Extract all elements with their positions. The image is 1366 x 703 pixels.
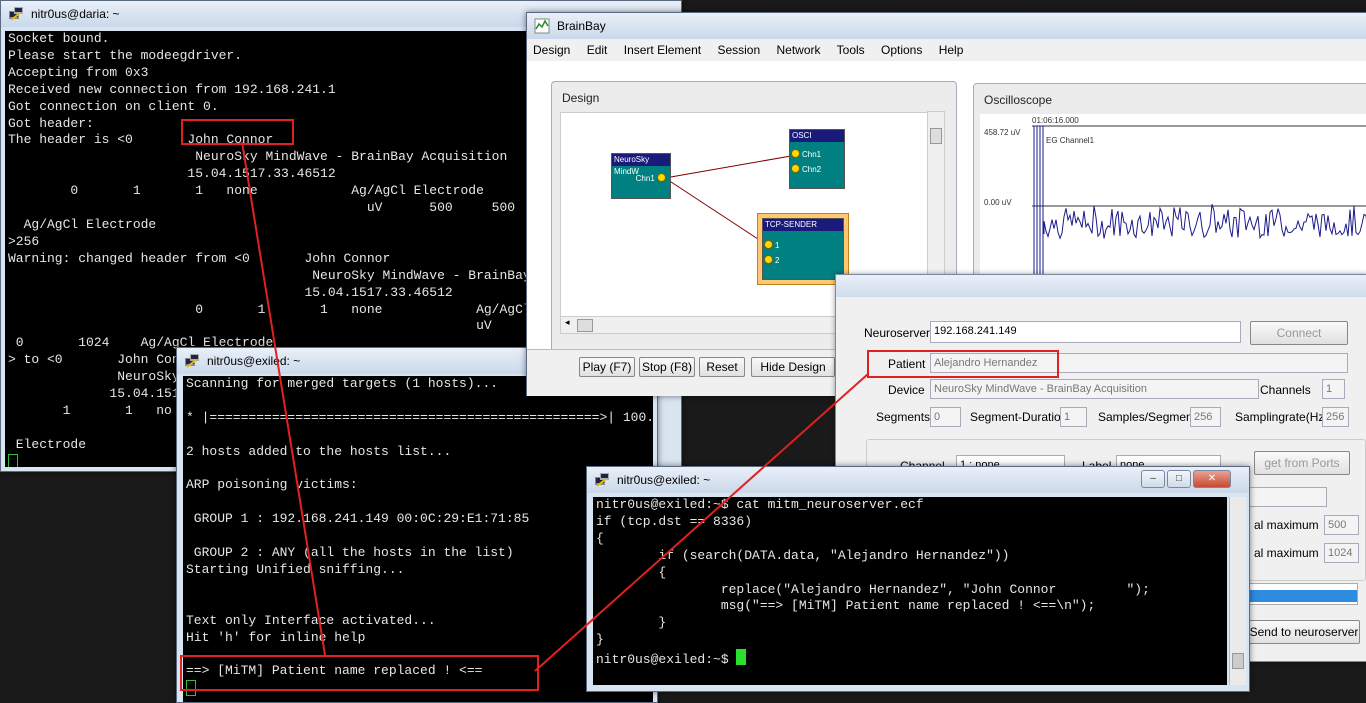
terminal-text: nitr0us@exiled:~$ cat mitm_neuroserver.e…	[596, 497, 1150, 668]
port-2[interactable]: 2	[764, 255, 779, 265]
port-label: Chn1	[635, 174, 655, 183]
menu-edit[interactable]: Edit	[587, 43, 608, 57]
window-title: BrainBay	[557, 19, 606, 33]
terminal-titlebar[interactable]: nitr0us@exiled: ~ – □ ✕	[587, 467, 1249, 493]
terminal-text: Scanning for merged targets (1 hosts)...…	[183, 376, 653, 700]
terminal-output[interactable]: nitr0us@exiled:~$ cat mitm_neuroserver.e…	[593, 497, 1227, 685]
minimize-icon: –	[1150, 473, 1156, 484]
maximize-button[interactable]: □	[1167, 470, 1191, 488]
node-title: NeuroSky MindW	[612, 154, 670, 176]
menu-insert-element[interactable]: Insert Element	[624, 43, 701, 57]
segment-duration-field[interactable]: 1	[1060, 407, 1087, 427]
stop-button[interactable]: Stop (F8)	[639, 357, 695, 377]
port-chn2[interactable]: Chn2	[791, 164, 821, 174]
samples-segment-field[interactable]: 256	[1190, 407, 1221, 427]
window-title: nitr0us@exiled: ~	[207, 354, 301, 368]
brainbay-titlebar[interactable]: BrainBay	[527, 13, 1366, 39]
signal-trace	[1043, 204, 1366, 240]
design-panel-title: Design	[562, 91, 600, 105]
highlight-mitm-message	[180, 655, 539, 691]
close-icon: ✕	[1207, 473, 1217, 484]
osc-time-label: 01:06:16.000	[1032, 116, 1079, 125]
dialog-titlebar[interactable]	[836, 275, 1366, 297]
neuroserver-label: Neuroserver	[864, 326, 931, 340]
samplingrate-label: Samplingrate(Hz)	[1235, 410, 1329, 424]
samples-segment-label: Samples/Segment	[1098, 410, 1197, 424]
digital-maximum-field[interactable]: 1024	[1324, 543, 1359, 563]
window-title: nitr0us@daria: ~	[31, 7, 120, 21]
port-label: Chn1	[802, 150, 822, 159]
port-label: 1	[775, 241, 780, 250]
port-label: Chn2	[802, 165, 822, 174]
oscilloscope-signal	[1032, 125, 1366, 284]
osc-top-label: 458.72 uV	[984, 128, 1021, 137]
physical-maximum-label: al maximum	[1254, 518, 1319, 532]
window-title: nitr0us@exiled: ~	[617, 473, 711, 487]
menu-session[interactable]: Session	[717, 43, 760, 57]
brainbay-app-icon	[534, 18, 550, 34]
segments-label: Segments	[876, 410, 931, 424]
device-label: Device	[888, 383, 925, 397]
node-tcp-sender[interactable]: TCP-SENDER 1 2	[762, 218, 844, 280]
segment-duration-label: Segment-Duration	[970, 410, 1068, 424]
terminal-window-exiled-filter[interactable]: nitr0us@exiled: ~ – □ ✕ nitr0us@exiled:~…	[586, 466, 1250, 692]
send-to-neuroserver-button[interactable]: Send to neuroserver	[1248, 620, 1360, 644]
cursor	[736, 649, 747, 666]
cursor	[8, 453, 18, 467]
menu-help[interactable]: Help	[939, 43, 964, 57]
node-neurosky[interactable]: NeuroSky MindW Chn1	[611, 153, 671, 199]
port-1[interactable]: 1	[764, 240, 779, 250]
channels-label: Channels	[1260, 383, 1311, 397]
node-osci[interactable]: OSCI Chn1 Chn2	[789, 129, 845, 189]
digital-maximum-label: al maximum	[1254, 546, 1319, 560]
connect-button[interactable]: Connect	[1250, 321, 1348, 345]
oscilloscope-title: Oscilloscope	[984, 93, 1053, 107]
oscilloscope-panel[interactable]: Oscilloscope 01:06:16.000 458.72 uV 0.00…	[973, 83, 1366, 285]
terminal-output[interactable]: Scanning for merged targets (1 hosts)...…	[183, 376, 653, 702]
segments-field[interactable]: 0	[930, 407, 961, 427]
osc-channel-label: EG Channel1	[1046, 136, 1095, 145]
putty-icon	[185, 354, 199, 368]
node-title: TCP-SENDER	[763, 219, 843, 231]
progress-bar	[1248, 583, 1358, 605]
play-button[interactable]: Play (F7)	[579, 357, 635, 377]
osc-zero-label: 0.00 uV	[984, 198, 1012, 207]
putty-icon	[595, 473, 609, 487]
neuroserver-input[interactable]: 192.168.241.149	[930, 321, 1241, 343]
unnamed-field[interactable]	[1246, 487, 1327, 507]
channels-field[interactable]: 1	[1322, 379, 1345, 399]
samplingrate-field[interactable]: 256	[1322, 407, 1349, 427]
port-label: 2	[775, 256, 780, 265]
get-from-ports-button[interactable]: get from Ports	[1254, 451, 1350, 475]
menu-network[interactable]: Network	[777, 43, 821, 57]
hide-design-button[interactable]: Hide Design	[751, 357, 835, 377]
physical-maximum-field[interactable]: 500	[1324, 515, 1359, 535]
minimize-button[interactable]: –	[1141, 470, 1165, 488]
menu-tools[interactable]: Tools	[837, 43, 865, 57]
reset-button[interactable]: Reset	[699, 357, 745, 377]
menu-options[interactable]: Options	[881, 43, 922, 57]
oscilloscope-plot: 01:06:16.000 458.72 uV 0.00 uV EG Channe…	[980, 114, 1366, 284]
highlight-john-connor	[181, 119, 294, 145]
vertical-scrollbar[interactable]	[1229, 497, 1246, 685]
device-field[interactable]: NeuroSky MindWave - BrainBay Acquisition	[930, 379, 1259, 399]
putty-icon	[9, 7, 23, 21]
port-chn1[interactable]: Chn1	[636, 173, 668, 183]
port-chn1[interactable]: Chn1	[791, 149, 821, 159]
menu-design[interactable]: Design	[533, 43, 570, 57]
prompt-line: nitr0us@exiled:~$	[596, 649, 747, 667]
scroll-left-icon[interactable]: ◂	[565, 317, 570, 328]
node-title: OSCI	[790, 130, 844, 142]
highlight-patient	[867, 350, 1059, 378]
menu-bar: Design Edit Insert Element Session Netwo…	[527, 39, 1366, 61]
maximize-icon: □	[1175, 473, 1183, 484]
close-button[interactable]: ✕	[1193, 470, 1231, 488]
